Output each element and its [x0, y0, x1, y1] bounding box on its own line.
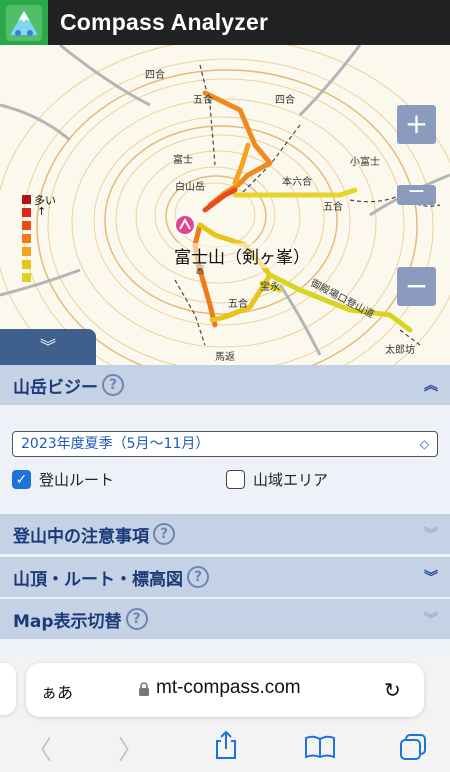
previous-tab-edge[interactable]	[0, 663, 16, 715]
area-checkbox-row[interactable]: 山域エリア	[226, 469, 328, 490]
place-label: 四合	[275, 93, 295, 106]
section-summit-route-header[interactable]: 山頂・ルート・標高図 ? ︾	[0, 557, 450, 597]
help-icon[interactable]: ?	[153, 523, 175, 545]
route-checkbox-row[interactable]: ✓ 登山ルート	[12, 469, 114, 490]
place-label: 馬返	[215, 351, 235, 363]
chevron-double-down-icon: ︾	[39, 337, 56, 356]
route-checkbox[interactable]: ✓	[12, 470, 31, 489]
section-title: 登山中の注意事項	[13, 526, 149, 547]
topographic-map[interactable]: 四合 五合 四合 小富士 富士 白山岳 本六合 五合 宝永 五合 太郎坊 馬返 …	[0, 45, 450, 365]
season-select[interactable]: 2023年度夏季（5月～11月） ◇	[12, 431, 438, 457]
place-label: 富士	[173, 153, 193, 166]
section-title: 山頂・ルート・標高図	[13, 569, 183, 590]
legend-arrow: ↑	[37, 205, 47, 218]
zoom-slider-handle[interactable]: −	[397, 181, 436, 205]
chevron-double-down-icon[interactable]: ︾	[424, 567, 438, 587]
place-label: 本六合	[282, 175, 312, 188]
map-view[interactable]: 四合 五合 四合 小富士 富士 白山岳 本六合 五合 宝永 五合 太郎坊 馬返 …	[0, 45, 450, 365]
section-map-display-header[interactable]: Map表示切替 ? ︾	[0, 599, 450, 639]
back-button[interactable]: 〈	[26, 730, 52, 767]
address-bar[interactable]: ぁあ mt-compass.com ↻	[26, 663, 424, 717]
section-mountain-busy-header[interactable]: 山岳ビジー ? ︽	[0, 365, 450, 405]
control-panel: 山岳ビジー ? ︽ 2023年度夏季（5月～11月） ◇ ✓ 登山ルート 山域エ…	[0, 365, 450, 655]
share-icon[interactable]	[213, 730, 239, 760]
zoom-out-button[interactable]: −	[397, 267, 436, 306]
browser-toolbar: ぁあ mt-compass.com ↻ 〈 〉	[0, 655, 450, 772]
mountain-logo-icon	[6, 4, 42, 41]
app-header: Compass Analyzer	[0, 0, 450, 45]
place-label: 宝永	[260, 280, 280, 293]
help-icon[interactable]: ?	[102, 374, 124, 396]
place-label: 小富士	[350, 155, 380, 168]
legend-swatch	[22, 221, 31, 230]
place-label: 五合	[323, 200, 343, 213]
season-select-value: 2023年度夏季（5月～11月）	[21, 436, 210, 452]
app-title: Compass Analyzer	[60, 9, 269, 35]
legend-swatch	[22, 208, 31, 217]
section-title: Map表示切替	[13, 611, 122, 632]
chevron-double-up-icon[interactable]: ︽	[424, 375, 438, 395]
chevron-double-down-icon[interactable]: ︾	[424, 524, 438, 544]
zoom-in-button[interactable]: +	[397, 105, 436, 144]
forward-button[interactable]: 〉	[118, 730, 144, 767]
collapse-panel-button[interactable]: ︾	[0, 329, 96, 365]
place-label: 白山岳	[175, 180, 205, 193]
place-label: 五合	[193, 93, 213, 106]
legend-swatch	[22, 273, 31, 282]
bookmarks-icon[interactable]	[304, 735, 336, 759]
app-logo[interactable]	[0, 0, 48, 45]
chevron-double-down-icon[interactable]: ︾	[424, 609, 438, 629]
page-settings-button[interactable]: ぁあ	[41, 679, 73, 703]
congestion-legend	[22, 195, 31, 286]
area-checkbox-label: 山域エリア	[253, 471, 329, 489]
place-label: 四合	[145, 68, 165, 81]
place-label: 太郎坊	[385, 343, 415, 356]
legend-swatch	[22, 260, 31, 269]
place-label: 五合	[228, 297, 248, 310]
legend-swatch	[22, 234, 31, 243]
help-icon[interactable]: ?	[125, 608, 148, 630]
summit-marker-icon[interactable]	[174, 214, 196, 236]
url-text[interactable]: mt-compass.com	[156, 677, 301, 699]
legend-swatch	[22, 247, 31, 256]
summit-label: 富士山（剣ヶ峯）	[174, 243, 310, 268]
tabs-icon[interactable]	[398, 733, 428, 761]
reload-icon[interactable]: ↻	[384, 678, 401, 702]
route-checkbox-label: 登山ルート	[39, 471, 115, 489]
lock-icon	[139, 682, 149, 696]
help-icon[interactable]: ?	[187, 566, 209, 588]
section-title: 山岳ビジー	[13, 377, 98, 398]
legend-swatch	[22, 195, 31, 204]
chevron-updown-icon: ◇	[419, 437, 429, 451]
area-checkbox[interactable]	[226, 470, 245, 489]
section-cautions-header[interactable]: 登山中の注意事項 ? ︾	[0, 514, 450, 554]
